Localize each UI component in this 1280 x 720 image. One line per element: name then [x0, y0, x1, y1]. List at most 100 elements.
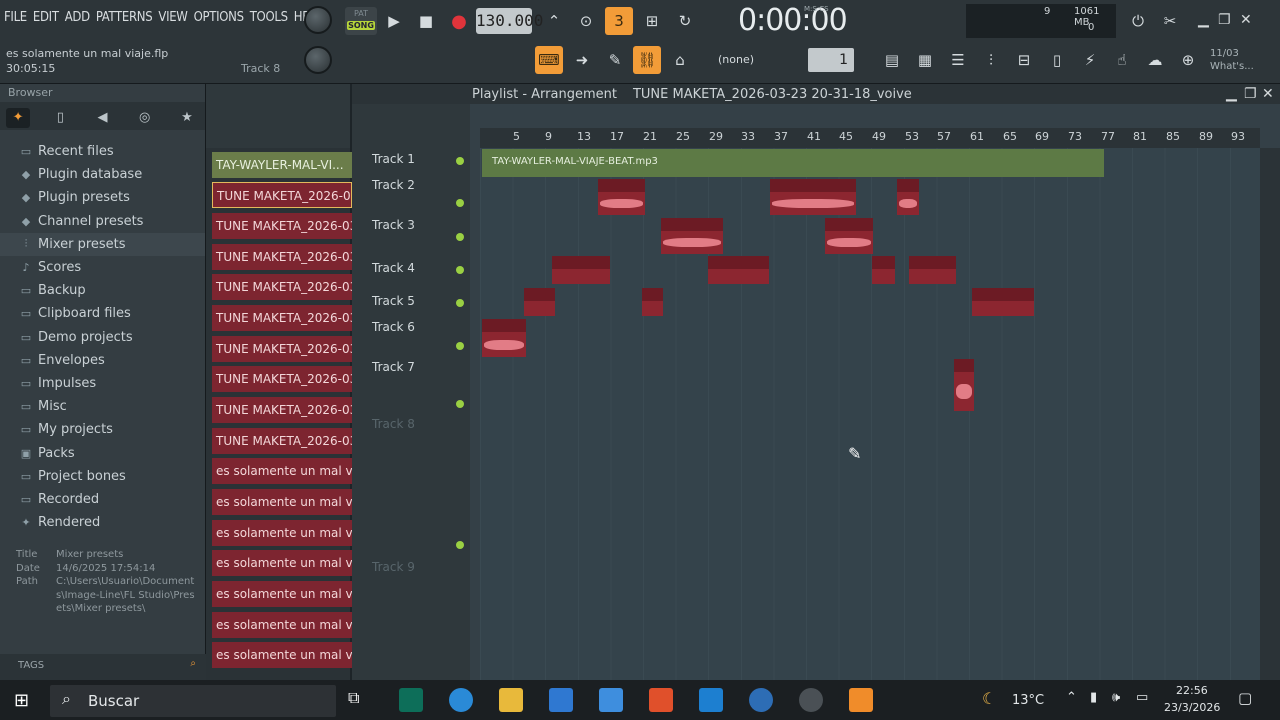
pencil-icon[interactable]: ✎	[601, 46, 629, 74]
file-explorer-icon[interactable]	[499, 688, 523, 712]
vertical-scrollbar[interactable]	[1260, 148, 1280, 680]
browser-item-selected[interactable]: ⫶ Mixer presets	[0, 232, 205, 256]
browser-item[interactable]: ◆ Plugin presets	[0, 186, 205, 209]
picker-item[interactable]: es solamente un mal viaj...	[212, 581, 352, 607]
all-tab-icon[interactable]: ✦	[6, 108, 31, 128]
arrow-icon[interactable]: ➜	[568, 46, 596, 74]
audio-clip[interactable]	[897, 179, 919, 215]
browser-item[interactable]: ▭ Backup	[0, 279, 205, 302]
picker-item[interactable]: es solamente un mal viaj...	[212, 489, 352, 515]
picker-item[interactable]: TUNE MAKETA_2026-03-...	[212, 428, 352, 454]
file-icon[interactable]: ▯	[1043, 46, 1071, 74]
close-icon[interactable]: ✕	[1240, 12, 1252, 28]
current-project-tab-icon[interactable]: ◀	[90, 108, 114, 128]
track-header[interactable]: Track 2	[352, 178, 470, 207]
menu-add[interactable]: ADD	[65, 10, 90, 25]
audio-clip[interactable]	[642, 288, 663, 316]
menu-edit[interactable]: EDIT	[33, 10, 59, 25]
typing-keyboard-icon[interactable]: ⌨	[535, 46, 563, 74]
picker-item[interactable]: TUNE MAKETA_2026-03-...	[212, 397, 352, 423]
task-view-icon[interactable]: ⧉	[348, 688, 372, 712]
outlook-icon[interactable]	[549, 688, 573, 712]
touch-icon[interactable]: ☝	[1108, 46, 1136, 74]
tray-chevron-icon[interactable]: ⌃	[1066, 690, 1077, 705]
video-app-icon[interactable]	[699, 688, 723, 712]
pattern-number[interactable]: 1	[808, 48, 854, 72]
picker-item[interactable]: TUNE MAKETA_2026-03-...	[212, 305, 352, 331]
browser-item[interactable]: ▭ Project bones	[0, 465, 205, 488]
menu-patterns[interactable]: PATTERNS	[96, 10, 153, 25]
picker-item[interactable]: es solamente un mal viaj...	[212, 612, 352, 638]
taskbar-search[interactable]: Buscar	[50, 685, 336, 717]
audio-clip[interactable]: TU...ve	[909, 256, 956, 284]
browser-item[interactable]: ◆ Plugin database	[0, 163, 205, 186]
master-pitch-knob[interactable]	[304, 46, 332, 74]
network-icon[interactable]: ▭	[1136, 690, 1148, 705]
audio-clip[interactable]: es..voive	[708, 256, 769, 284]
tray-date[interactable]: 23/3/2026	[1164, 701, 1220, 714]
menu-tools[interactable]: TOOLS	[250, 10, 288, 25]
browser-item[interactable]: ▭ Envelopes	[0, 349, 205, 372]
track-header[interactable]: Track 7	[352, 360, 470, 408]
pat-song-toggle[interactable]: PAT SONG	[345, 7, 377, 35]
browser-item[interactable]: ▭ My projects	[0, 418, 205, 441]
browser-item[interactable]: ♪ Scores	[0, 256, 205, 279]
browser-item[interactable]: ▭ Misc	[0, 395, 205, 418]
audio-clip[interactable]: es..._voive	[661, 218, 723, 254]
track-header[interactable]: Track 9	[352, 560, 470, 574]
audio-clip[interactable]: TUN...ive	[552, 256, 610, 284]
picker-item[interactable]: es solamente un mal viaj...	[212, 550, 352, 576]
online-tab-icon[interactable]: ◎	[133, 108, 157, 128]
menu-options[interactable]: OPTIONS	[194, 10, 244, 25]
battery-icon[interactable]: ▮	[1090, 690, 1097, 705]
shop-icon[interactable]: ⊕	[1174, 46, 1202, 74]
restore-icon[interactable]: ❐	[1218, 12, 1231, 28]
playlist-maximize-icon[interactable]: ❐	[1244, 86, 1257, 102]
audio-clip[interactable]: e...voive	[482, 319, 526, 357]
master-volume-knob[interactable]	[304, 6, 332, 34]
stop-button[interactable]: ■	[412, 7, 440, 35]
undo-history-icon[interactable]: ⏻	[1124, 7, 1152, 35]
plugin-icon[interactable]: ⚡	[1076, 46, 1104, 74]
tray-time[interactable]: 22:56	[1176, 684, 1208, 697]
stamp-icon[interactable]: ⌂	[666, 46, 694, 74]
edge-icon[interactable]	[449, 688, 473, 712]
step-edit-icon[interactable]: ⊞	[638, 7, 666, 35]
menu-file[interactable]: FILE	[4, 10, 27, 25]
store-icon[interactable]	[599, 688, 623, 712]
record-button[interactable]: ●	[445, 7, 473, 35]
cloud-icon[interactable]: ☁	[1141, 46, 1169, 74]
brave-icon[interactable]	[649, 688, 673, 712]
audio-clip[interactable]: ...e	[524, 288, 555, 316]
windows-start-icon[interactable]: ⊞	[14, 690, 29, 711]
minimize-icon[interactable]: ▁	[1198, 12, 1209, 28]
picker-item[interactable]: TAY-WAYLER-MAL-VI...	[212, 152, 352, 178]
news-panel[interactable]: 11/03 What's...	[1210, 47, 1254, 73]
picker-item[interactable]: es solamente un mal viaj...	[212, 458, 352, 484]
obs-icon[interactable]	[799, 688, 823, 712]
picker-item[interactable]: TUNE MAKETA_2026-03-...	[212, 244, 352, 270]
audio-clip[interactable]: es...voive	[972, 288, 1034, 316]
arrangement-grid[interactable]: TAY-WAYLER-MAL-VIAJE-BEAT.mp3 TU...ive e…	[480, 148, 1260, 680]
ccleaner-icon[interactable]	[749, 688, 773, 712]
track-header[interactable]: Track 8	[352, 417, 470, 549]
browser-item[interactable]: ◆ Channel presets	[0, 210, 205, 233]
play-button[interactable]: ▶	[380, 7, 408, 35]
browser-item[interactable]: ▭ Clipboard files	[0, 302, 205, 325]
audio-clip[interactable]: TAY-WAYLER-MAL-VIAJE-BEAT.mp3	[482, 149, 1104, 177]
pattern-selector[interactable]: (none)	[718, 49, 784, 71]
playlist-icon[interactable]: ▤	[878, 46, 906, 74]
browser-item[interactable]: ▭ Recent files	[0, 140, 205, 163]
metronome-icon[interactable]: ⌃	[540, 7, 568, 35]
volume-icon[interactable]: 🕪	[1112, 690, 1120, 705]
loop-record-icon[interactable]: ↻	[671, 7, 699, 35]
audio-clip[interactable]	[872, 256, 895, 284]
wait-input-icon[interactable]: ⊙	[572, 7, 600, 35]
tempo-display[interactable]: 130.000	[476, 8, 543, 34]
audio-clip[interactable]	[954, 359, 974, 411]
menu-view[interactable]: VIEW	[158, 10, 188, 25]
browser-item[interactable]: ▣ Packs	[0, 441, 205, 464]
capcut-icon[interactable]	[399, 688, 423, 712]
playlist-close-icon[interactable]: ✕	[1262, 86, 1274, 102]
link-icon[interactable]: ⛓	[633, 46, 661, 74]
